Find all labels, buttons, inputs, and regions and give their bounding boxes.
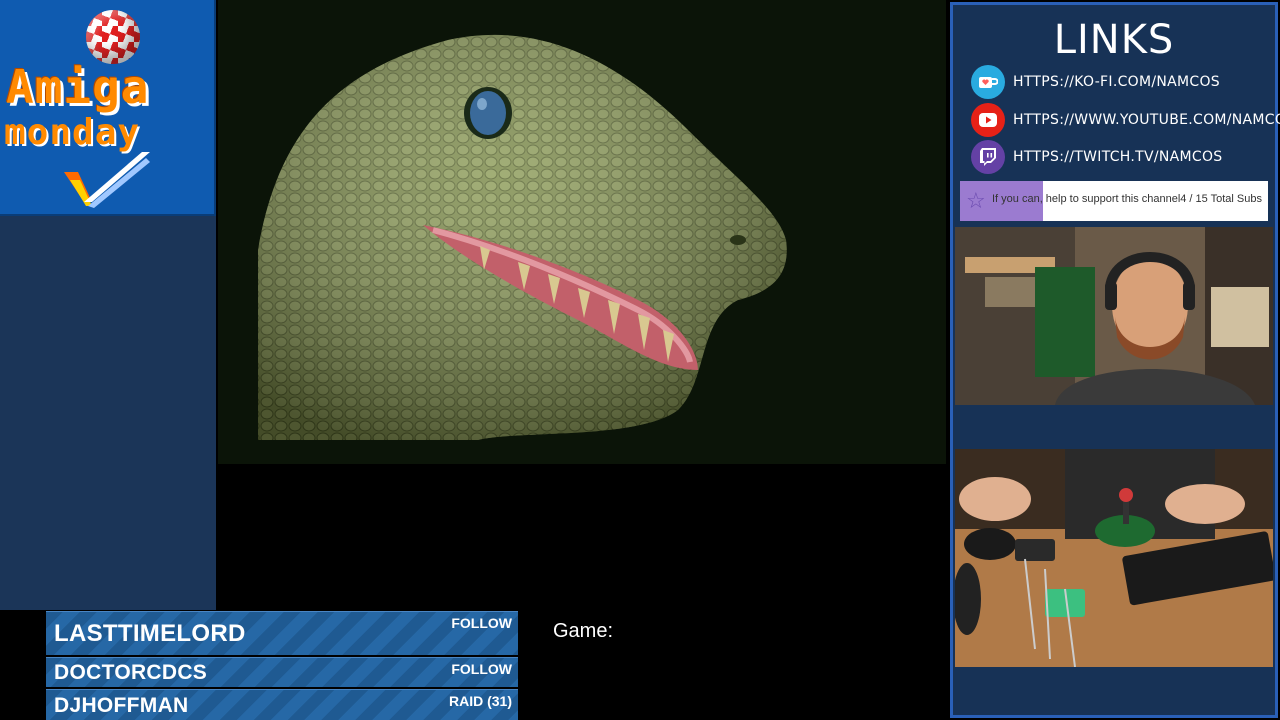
sub-goal-message: If you can, help to support this channel bbox=[992, 193, 1181, 205]
game-label: Game: bbox=[553, 620, 614, 642]
sub-goal-bar: ☆ If you can, help to support this chann… bbox=[960, 181, 1268, 221]
link-youtube[interactable]: HTTPS://WWW.YOUTUBE.COM/NAMCOS bbox=[971, 103, 1280, 137]
alert-username: LASTTIMELORD bbox=[54, 620, 246, 647]
link-kofi-url[interactable]: HTTPS://KO-FI.COM/NAMCOS bbox=[1013, 74, 1220, 90]
link-kofi[interactable]: HTTPS://KO-FI.COM/NAMCOS bbox=[971, 65, 1220, 99]
boing-ball-icon bbox=[86, 10, 140, 64]
webcam-hands-feed bbox=[955, 449, 1273, 667]
alert-type: FOLLOW bbox=[451, 661, 512, 677]
dinosaur-head-image bbox=[218, 0, 946, 464]
link-youtube-url[interactable]: HTTPS://WWW.YOUTUBE.COM/NAMCOS bbox=[1013, 112, 1280, 128]
link-twitch[interactable]: HTTPS://TWITCH.TV/NAMCOS bbox=[971, 140, 1222, 174]
webcam-face-feed bbox=[955, 227, 1273, 405]
game-screen-lower bbox=[218, 464, 946, 610]
alert-row: LASTTIMELORD FOLLOW bbox=[46, 611, 518, 655]
twitch-icon bbox=[971, 140, 1005, 174]
alert-row: DOCTORCDCS FOLLOW bbox=[46, 657, 518, 687]
alert-type: RAID (31) bbox=[448, 693, 512, 709]
star-icon: ☆ bbox=[966, 189, 986, 214]
kofi-icon bbox=[971, 65, 1005, 99]
link-twitch-url[interactable]: HTTPS://TWITCH.TV/NAMCOS bbox=[1013, 149, 1222, 165]
alert-row: DJHOFFMAN RAID (31) bbox=[46, 689, 518, 720]
youtube-icon bbox=[971, 103, 1005, 137]
amiga-checkmark-icon bbox=[64, 152, 150, 208]
links-panel: LINKS HTTPS://KO-FI.COM/NAMCOS HTTPS://W… bbox=[950, 2, 1280, 718]
alert-username: DJHOFFMAN bbox=[54, 694, 189, 717]
links-title: LINKS bbox=[1053, 17, 1175, 63]
alert-type: FOLLOW bbox=[451, 615, 512, 631]
game-screen bbox=[218, 0, 946, 464]
logo-line-amiga: Amiga bbox=[6, 60, 150, 114]
logo-line-monday: monday bbox=[4, 112, 141, 153]
alert-username: DOCTORCDCS bbox=[54, 661, 208, 684]
amiga-monday-logo: Amiga monday bbox=[0, 0, 216, 216]
sub-goal-count: 4 / 15 Total Subs bbox=[1180, 193, 1262, 205]
